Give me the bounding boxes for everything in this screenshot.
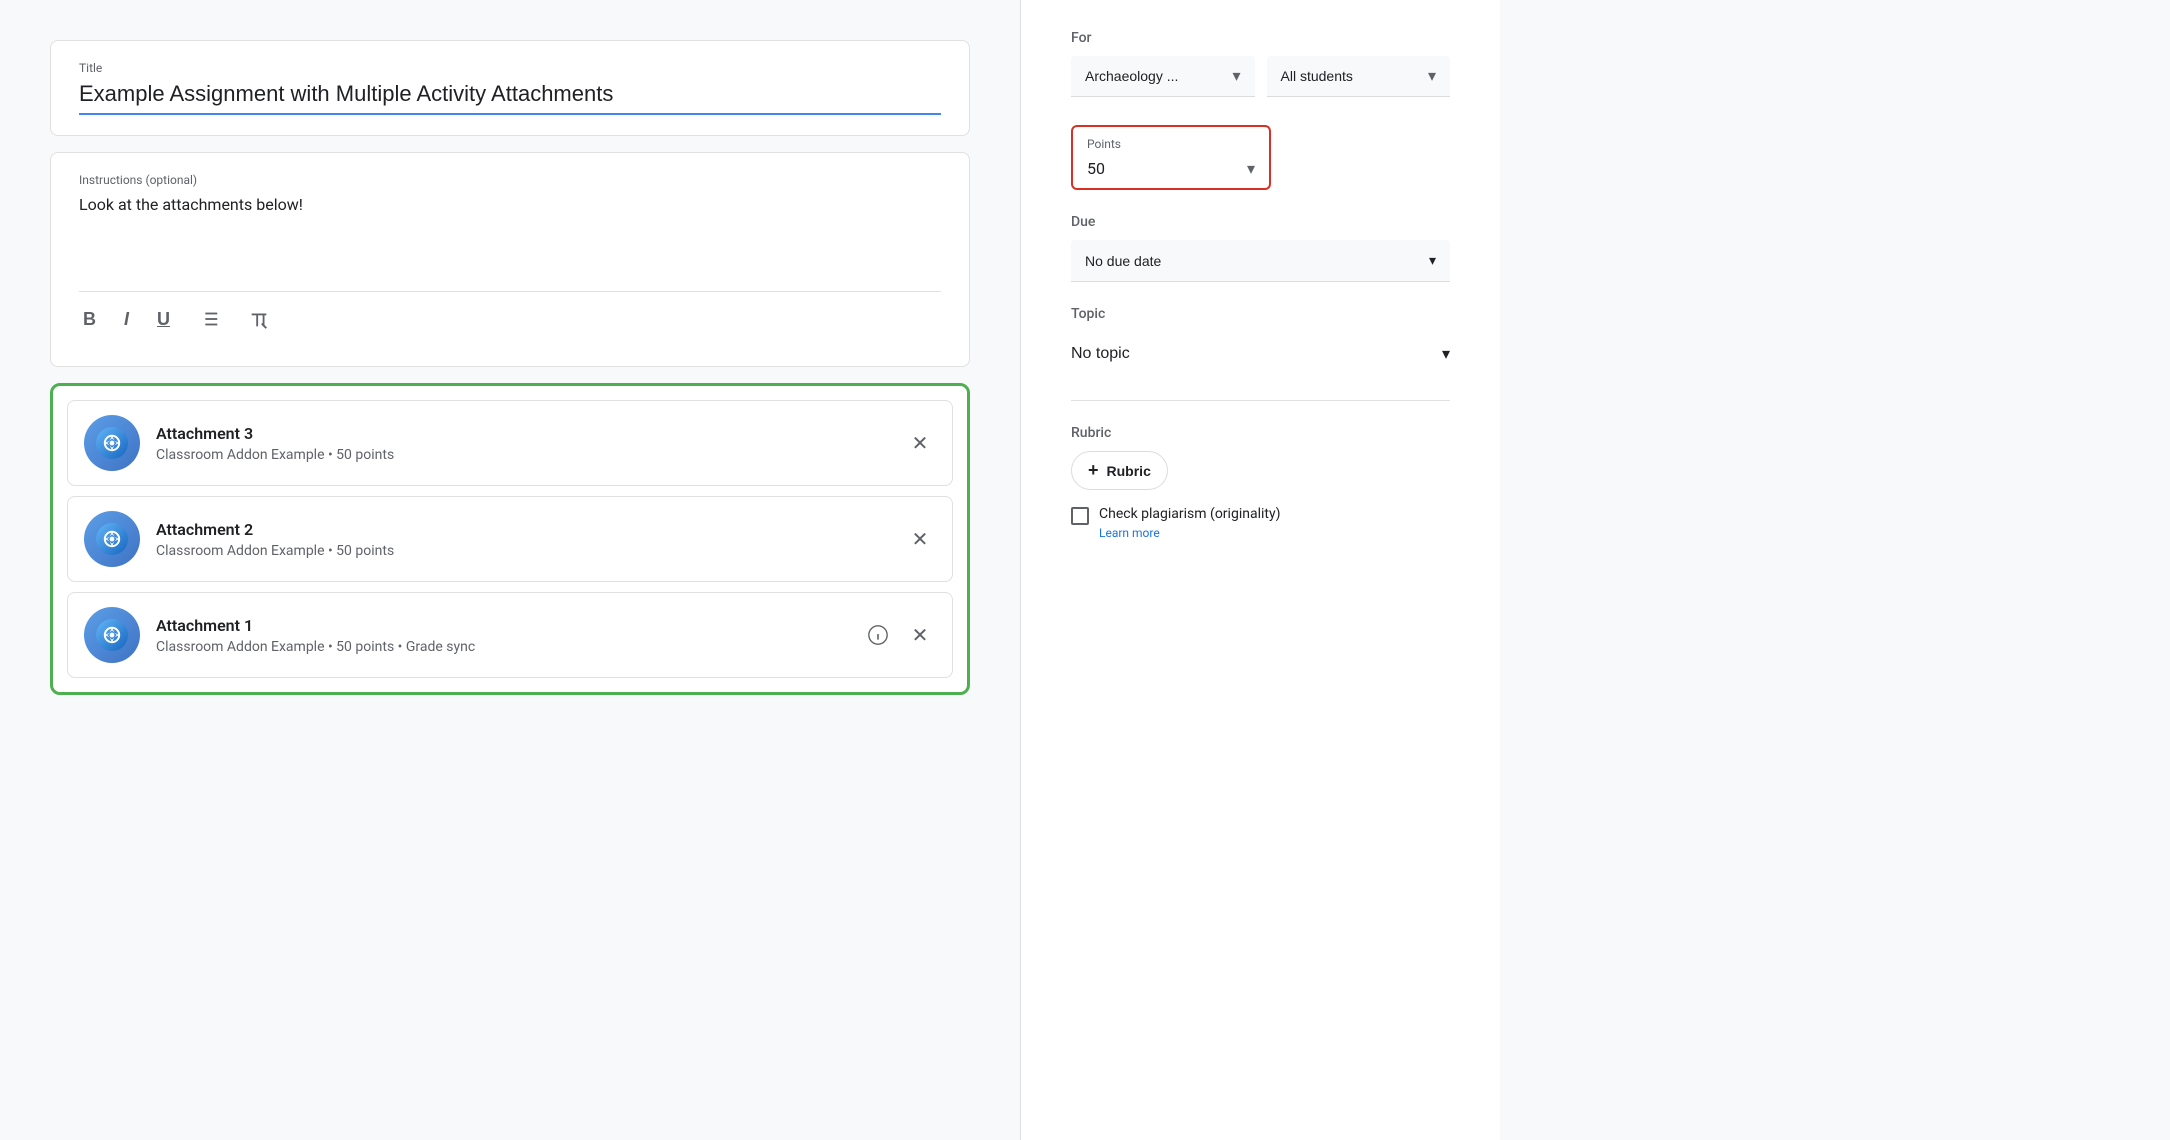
bold-button[interactable]: B: [79, 305, 100, 334]
due-value: No due date: [1085, 253, 1161, 269]
instructions-section: Instructions (optional) Look at the atta…: [50, 152, 970, 367]
side-panel: For Archaeology ... ▾ All students ▾ Poi…: [1020, 0, 1500, 1140]
plus-icon: +: [1088, 460, 1099, 481]
topic-section: Topic No topic ▾: [1071, 306, 1450, 401]
plagiarism-row: Check plagiarism (originality) Learn mor…: [1071, 506, 1450, 541]
instructions-text[interactable]: Look at the attachments below!: [79, 195, 941, 275]
class-dropdown-wrapper: Archaeology ... ▾: [1071, 56, 1255, 97]
underline-button[interactable]: U: [153, 305, 174, 334]
class-dropdown[interactable]: Archaeology ... ▾: [1071, 56, 1255, 97]
table-row: Attachment 3 Classroom Addon Example • 5…: [67, 400, 953, 486]
students-dropdown[interactable]: All students ▾: [1267, 56, 1451, 97]
due-dropdown[interactable]: No due date ▾: [1071, 240, 1450, 282]
rubric-section: Rubric + Rubric: [1071, 425, 1450, 490]
points-value-row: 50 ▾: [1087, 159, 1255, 178]
title-label: Title: [79, 61, 941, 75]
rubric-label: Rubric: [1071, 425, 1450, 441]
plagiarism-label: Check plagiarism (originality): [1099, 506, 1280, 522]
students-value: All students: [1281, 68, 1353, 84]
italic-button[interactable]: I: [120, 305, 133, 334]
attachment-info: Attachment 1 Classroom Addon Example • 5…: [156, 616, 846, 655]
chevron-down-icon: ▾: [1442, 344, 1450, 364]
points-label: Points: [1087, 137, 1255, 151]
class-value: Archaeology ...: [1085, 68, 1178, 84]
attachment-icon: [84, 607, 140, 663]
formatting-toolbar: B I U: [79, 291, 941, 346]
attachment-meta: Classroom Addon Example • 50 points: [156, 447, 888, 463]
attachment-name: Attachment 2: [156, 520, 888, 539]
attachment-meta: Classroom Addon Example • 50 points: [156, 543, 888, 559]
rubric-btn-label: Rubric: [1107, 463, 1151, 479]
attachment-actions: ✕: [904, 523, 936, 555]
topic-dropdown[interactable]: No topic ▾: [1071, 332, 1450, 376]
attachment-icon: [84, 511, 140, 567]
list-button[interactable]: [194, 304, 224, 334]
attachment-name: Attachment 1: [156, 616, 846, 635]
attachment-icon: [84, 415, 140, 471]
attachment-info: Attachment 2 Classroom Addon Example • 5…: [156, 520, 888, 559]
instructions-label: Instructions (optional): [79, 173, 941, 187]
due-label: Due: [1071, 214, 1450, 230]
attachment-meta: Classroom Addon Example • 50 points • Gr…: [156, 639, 846, 655]
table-row: Attachment 1 Classroom Addon Example • 5…: [67, 592, 953, 678]
attachment-name: Attachment 3: [156, 424, 888, 443]
learn-more-link[interactable]: Learn more: [1099, 526, 1160, 540]
clear-format-button[interactable]: [244, 304, 274, 334]
attachments-container: Attachment 3 Classroom Addon Example • 5…: [50, 383, 970, 695]
attachment-info: Attachment 3 Classroom Addon Example • 5…: [156, 424, 888, 463]
table-row: Attachment 2 Classroom Addon Example • 5…: [67, 496, 953, 582]
plagiarism-text: Check plagiarism (originality) Learn mor…: [1099, 506, 1280, 541]
chevron-down-icon: ▾: [1232, 66, 1240, 86]
points-value: 50: [1087, 159, 1105, 178]
for-row: Archaeology ... ▾ All students ▾: [1071, 56, 1450, 97]
chevron-down-icon: ▾: [1247, 159, 1255, 178]
title-section: Title: [50, 40, 970, 136]
remove-attachment-button[interactable]: ✕: [904, 523, 936, 555]
add-rubric-button[interactable]: + Rubric: [1071, 451, 1168, 490]
attachment-actions: ✕: [862, 619, 936, 651]
due-section: Due No due date ▾: [1071, 214, 1450, 282]
for-label: For: [1071, 30, 1450, 46]
attachment-actions: ✕: [904, 427, 936, 459]
remove-attachment-button[interactable]: ✕: [904, 427, 936, 459]
chevron-down-icon: ▾: [1429, 252, 1436, 269]
chevron-down-icon: ▾: [1428, 66, 1436, 86]
topic-value: No topic: [1071, 345, 1130, 363]
remove-attachment-button[interactable]: ✕: [904, 619, 936, 651]
students-dropdown-wrapper: All students ▾: [1267, 56, 1451, 97]
info-button[interactable]: [862, 619, 894, 651]
title-input[interactable]: [79, 81, 941, 115]
points-box: Points 50 ▾: [1071, 125, 1271, 190]
topic-label: Topic: [1071, 306, 1450, 322]
plagiarism-checkbox[interactable]: [1071, 507, 1089, 525]
